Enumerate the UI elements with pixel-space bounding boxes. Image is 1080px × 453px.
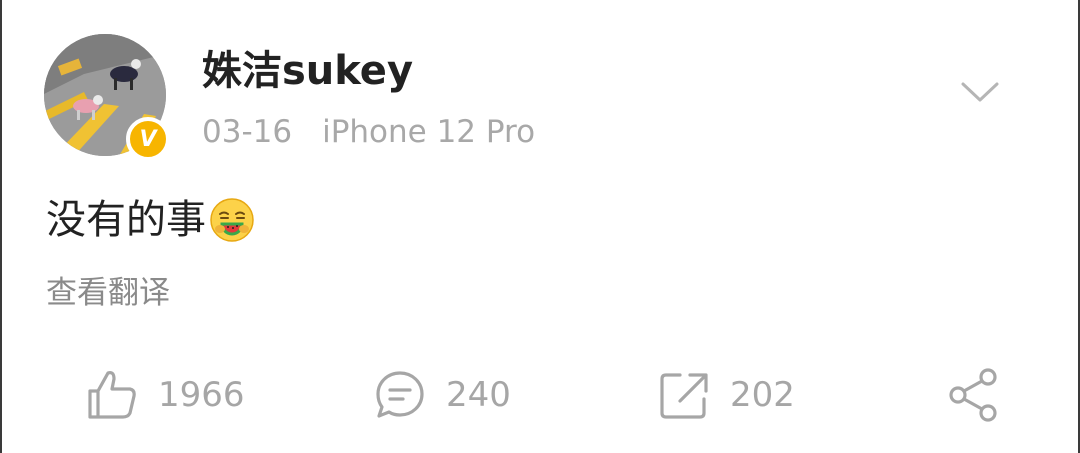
post-device: iPhone 12 Pro	[322, 114, 536, 150]
post-date: 03-16	[202, 114, 293, 150]
view-translation-link[interactable]: 查看翻译	[46, 272, 170, 314]
share-button[interactable]	[946, 360, 1002, 430]
chevron-down-icon[interactable]	[960, 78, 1000, 108]
like-button[interactable]: 1966	[86, 360, 245, 430]
like-count: 1966	[158, 375, 245, 415]
repost-button[interactable]: 202	[658, 360, 795, 430]
repost-count: 202	[730, 375, 795, 415]
comment-icon	[374, 369, 426, 421]
thumbs-up-icon	[86, 369, 138, 421]
comment-button[interactable]: 240	[374, 360, 511, 430]
action-bar: 1966 240 202	[2, 360, 1080, 430]
post-meta: 03-16 iPhone 12 Pro	[202, 112, 535, 152]
verified-badge: V	[126, 117, 170, 161]
watermelon-eating-emoji	[208, 196, 256, 244]
post-text: 没有的事	[46, 197, 206, 243]
repost-icon	[658, 369, 710, 421]
share-icon	[946, 367, 1002, 423]
comment-count: 240	[446, 375, 511, 415]
post-content: 没有的事	[46, 193, 256, 247]
username[interactable]: 姝洁sukey	[202, 46, 413, 96]
weibo-post-card: V 姝洁sukey 03-16 iPhone 12 Pro 没有的事 查看翻译 …	[0, 0, 1080, 453]
